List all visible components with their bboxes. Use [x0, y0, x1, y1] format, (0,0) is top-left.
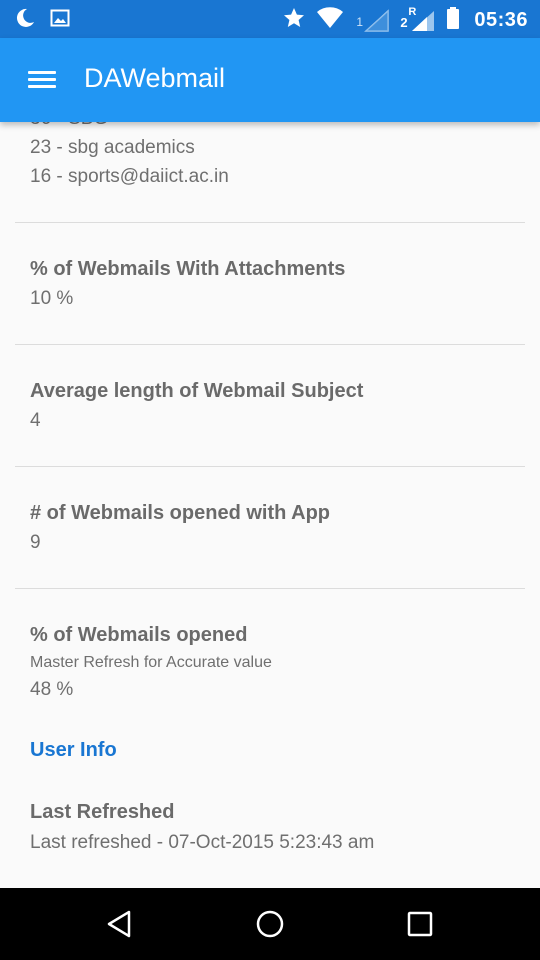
star-icon	[282, 6, 306, 35]
divider	[15, 588, 525, 589]
app-title: DAWebmail	[84, 63, 226, 93]
last-refreshed-value: Last refreshed - 07-Oct-2015 5:23:43 am	[30, 832, 375, 853]
recents-square-icon[interactable]	[404, 908, 436, 940]
stat-value-opened-with-app: 9	[30, 532, 41, 553]
hamburger-menu-icon[interactable]	[26, 64, 58, 96]
divider	[15, 222, 525, 223]
wifi-icon	[316, 6, 344, 35]
divider	[15, 466, 525, 467]
signal-sim2-roaming-icon: 2 R	[400, 6, 436, 33]
stat-value-attachments: 10 %	[30, 288, 74, 309]
stat-subtitle-opened: Master Refresh for Accurate value	[30, 654, 272, 671]
stat-title-subject-length: Average length of Webmail Subject	[30, 380, 364, 402]
stat-value-subject-length: 4	[30, 410, 41, 431]
status-bar: 1 2 R 05:36	[0, 0, 540, 38]
last-refreshed-title: Last Refreshed	[30, 801, 175, 823]
sim1-label: 1	[356, 14, 364, 29]
stat-title-opened: % of Webmails opened	[30, 624, 248, 646]
stats-content[interactable]: 36 - SBG 23 - sbg academics 16 - sports@…	[0, 122, 540, 888]
navigation-bar	[0, 888, 540, 960]
image-icon	[50, 8, 70, 33]
divider	[15, 344, 525, 345]
stat-title-opened-with-app: # of Webmails opened with App	[30, 502, 331, 524]
sim2-label: 2	[400, 14, 408, 30]
signal-sim1-icon: 1	[354, 8, 390, 33]
battery-icon	[446, 6, 460, 35]
back-triangle-icon[interactable]	[104, 908, 136, 940]
sender-count-item: 16 - sports@daiict.ac.in	[30, 166, 229, 187]
moon-icon	[14, 7, 36, 34]
stat-title-attachments: % of Webmails With Attachments	[30, 258, 346, 280]
clock-time: 05:36	[474, 9, 528, 31]
app-bar: DAWebmail	[0, 38, 540, 122]
stat-value-opened: 48 %	[30, 679, 74, 700]
home-circle-icon[interactable]	[254, 908, 286, 940]
sender-count-partial: 36 - SBG	[30, 122, 108, 130]
sender-count-item: 23 - sbg academics	[30, 137, 195, 158]
section-title-user-info: User Info	[30, 739, 117, 761]
